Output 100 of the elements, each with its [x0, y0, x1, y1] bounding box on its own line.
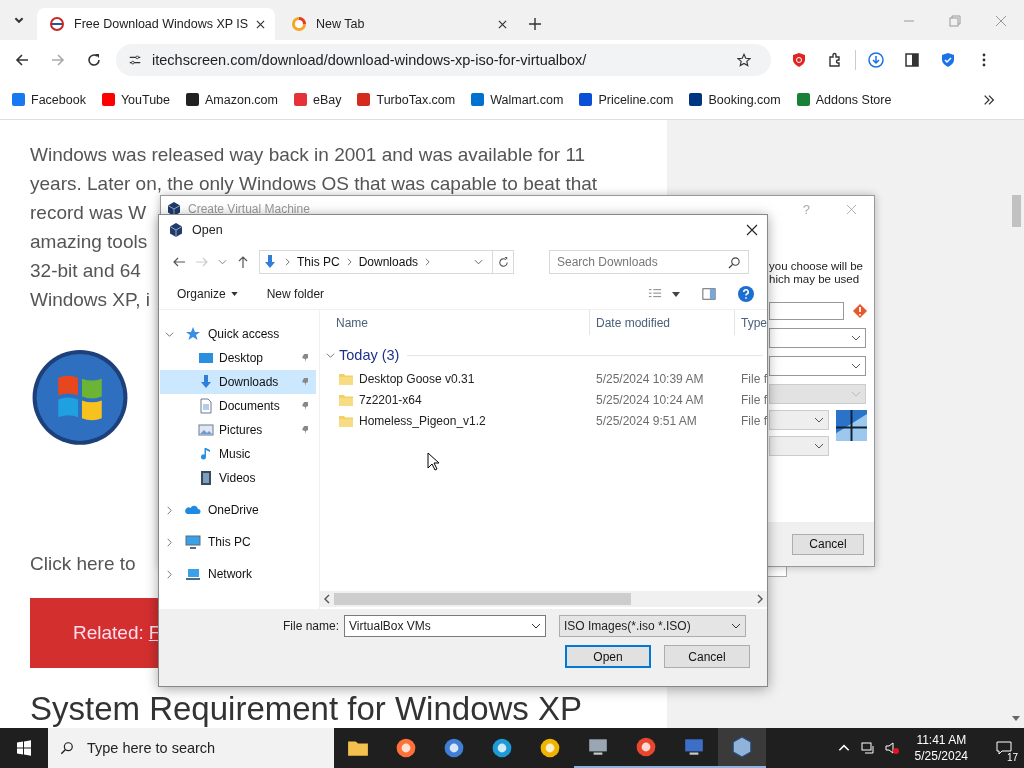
chevron-right-icon[interactable]: [165, 569, 174, 579]
star-icon: [185, 326, 201, 342]
nav-item[interactable]: Quick access: [160, 322, 316, 346]
file-name-field[interactable]: VirtualBox VMs: [344, 615, 546, 637]
start-icon[interactable]: [16, 740, 32, 756]
file-type-dropdown[interactable]: ISO Images(*.iso *.ISO): [559, 615, 746, 637]
muted-speaker-icon[interactable]: [884, 741, 899, 755]
scrollbar-thumb[interactable]: [1011, 195, 1021, 227]
nav-item[interactable]: Downloads: [160, 370, 316, 394]
dialog-button[interactable]: Open: [565, 645, 651, 668]
scroll-down-icon[interactable]: [1012, 716, 1020, 722]
caret-icon[interactable]: [672, 291, 680, 297]
bookmark-item[interactable]: TurboTax.com: [357, 92, 456, 107]
app-icon: [587, 736, 609, 758]
chevron-right-icon[interactable]: [165, 505, 174, 515]
shield-extension-icon[interactable]: [791, 52, 807, 68]
notification-button[interactable]: 17: [984, 728, 1024, 768]
network-icon[interactable]: [860, 741, 875, 755]
nav-item[interactable]: Pictures: [160, 418, 316, 442]
dropdown[interactable]: [769, 328, 866, 348]
app-icon: [539, 737, 561, 759]
breadcrumb-separator-icon[interactable]: [346, 258, 352, 266]
taskbar-search-field[interactable]: Type here to search: [48, 728, 334, 768]
more-bookmarks-icon[interactable]: [982, 92, 996, 107]
site-info-icon[interactable]: [128, 53, 142, 67]
dialog-button[interactable]: Cancel: [664, 645, 750, 668]
window-title: Create Virtual Machine: [188, 202, 310, 216]
clock[interactable]: 11:41 AM 5/25/2024: [914, 732, 968, 764]
close-icon[interactable]: [498, 19, 507, 29]
column-header[interactable]: Date modified: [590, 310, 735, 335]
up-arrow-icon[interactable]: [236, 255, 250, 269]
bookmark-item[interactable]: Booking.com: [689, 92, 781, 107]
bookmark-item[interactable]: Amazon.com: [186, 92, 278, 107]
scroll-left-icon[interactable]: [324, 594, 330, 604]
help-icon[interactable]: [738, 286, 754, 302]
close-icon[interactable]: [746, 224, 758, 236]
caret-icon: [814, 417, 824, 423]
breadcrumb-separator-icon[interactable]: [285, 258, 290, 266]
address-bar[interactable]: This PC Downloads: [259, 250, 514, 274]
new-folder-button[interactable]: New folder: [266, 287, 325, 301]
nav-item[interactable]: OneDrive: [160, 498, 316, 522]
paragraph-line: record was W: [30, 201, 147, 225]
address-bar[interactable]: itechscreen.com/download/download-windows-xp-iso-for-virtualbox/: [116, 44, 771, 76]
nav-item[interactable]: Desktop: [160, 346, 316, 370]
caret-icon: [531, 623, 541, 629]
side-panel-icon[interactable]: [904, 52, 920, 68]
preview-pane-icon[interactable]: [702, 287, 716, 301]
browser-tab[interactable]: Free Download Windows XP IS: [37, 8, 275, 40]
nav-item[interactable]: Videos: [160, 466, 316, 490]
bookmark-item[interactable]: Priceline.com: [579, 92, 674, 107]
group-header[interactable]: Today (3): [320, 342, 767, 368]
chevron-right-icon[interactable]: [165, 537, 174, 547]
app-icon: [731, 736, 753, 758]
horizontal-scrollbar[interactable]: [320, 591, 767, 607]
cancel-button[interactable]: Cancel: [792, 533, 864, 555]
reload-icon[interactable]: [86, 52, 102, 68]
search-icon: [60, 741, 74, 755]
paragraph-line: years. Later on, the only Windows OS that was capable to beat that: [30, 172, 598, 196]
chevron-down-icon[interactable]: [326, 350, 335, 360]
bookmark-item[interactable]: Addons Store: [796, 92, 892, 107]
window-title: Open: [192, 223, 223, 237]
nav-item[interactable]: Network: [160, 562, 316, 586]
app-icon: [443, 737, 465, 759]
file-row[interactable]: Homeless_Pigeon_v1.2 5/25/2024 9:51 AM File f: [320, 410, 767, 431]
back-icon[interactable]: [172, 255, 186, 269]
name-field[interactable]: [769, 302, 844, 320]
organize-menu[interactable]: Organize: [177, 287, 238, 301]
nav-item[interactable]: This PC: [160, 530, 316, 554]
file-name: Homeless_Pigeon_v1.2: [359, 413, 486, 428]
bookmark-item[interactable]: eBay: [294, 92, 342, 107]
download-arrow-icon: [198, 374, 214, 390]
nav-item[interactable]: Music: [160, 442, 316, 466]
breadcrumb[interactable]: This PC: [297, 255, 340, 269]
search-field[interactable]: Search Downloads: [549, 250, 749, 274]
bookmark-item[interactable]: Facebook: [12, 92, 86, 107]
download-icon[interactable]: [868, 52, 884, 68]
column-header[interactable]: Name: [320, 310, 590, 335]
network-icon: [185, 566, 201, 582]
file-row[interactable]: 7z2201-x64 5/25/2024 10:24 AM File f: [320, 389, 767, 410]
close-icon[interactable]: [256, 19, 265, 29]
dropdown[interactable]: [769, 356, 866, 376]
new-tab-icon[interactable]: [529, 18, 541, 30]
breadcrumb[interactable]: Downloads: [358, 255, 419, 269]
bookmark-item[interactable]: Walmart.com: [471, 92, 564, 107]
column-header[interactable]: Type: [735, 310, 767, 335]
section-heading: System Requirement for Windows XP: [30, 690, 584, 728]
refresh-icon[interactable]: [496, 255, 510, 269]
shield-check-icon[interactable]: [940, 52, 956, 68]
scrollbar[interactable]: [1008, 120, 1024, 728]
back-icon[interactable]: [14, 52, 30, 68]
chevron-down-icon[interactable]: [165, 329, 174, 339]
file-row[interactable]: Desktop Goose v0.31 5/25/2024 10:39 AM File f: [320, 368, 767, 389]
bookmark-item[interactable]: YouTube: [101, 92, 171, 107]
breadcrumb-separator-icon[interactable]: [425, 258, 431, 266]
extensions-icon[interactable]: [827, 52, 843, 68]
cube-icon: [168, 222, 184, 238]
bookmark-star-icon[interactable]: [737, 53, 751, 67]
scroll-right-icon[interactable]: [757, 594, 763, 604]
browser-tab[interactable]: New Tab: [279, 8, 517, 40]
nav-item[interactable]: Documents: [160, 394, 316, 418]
